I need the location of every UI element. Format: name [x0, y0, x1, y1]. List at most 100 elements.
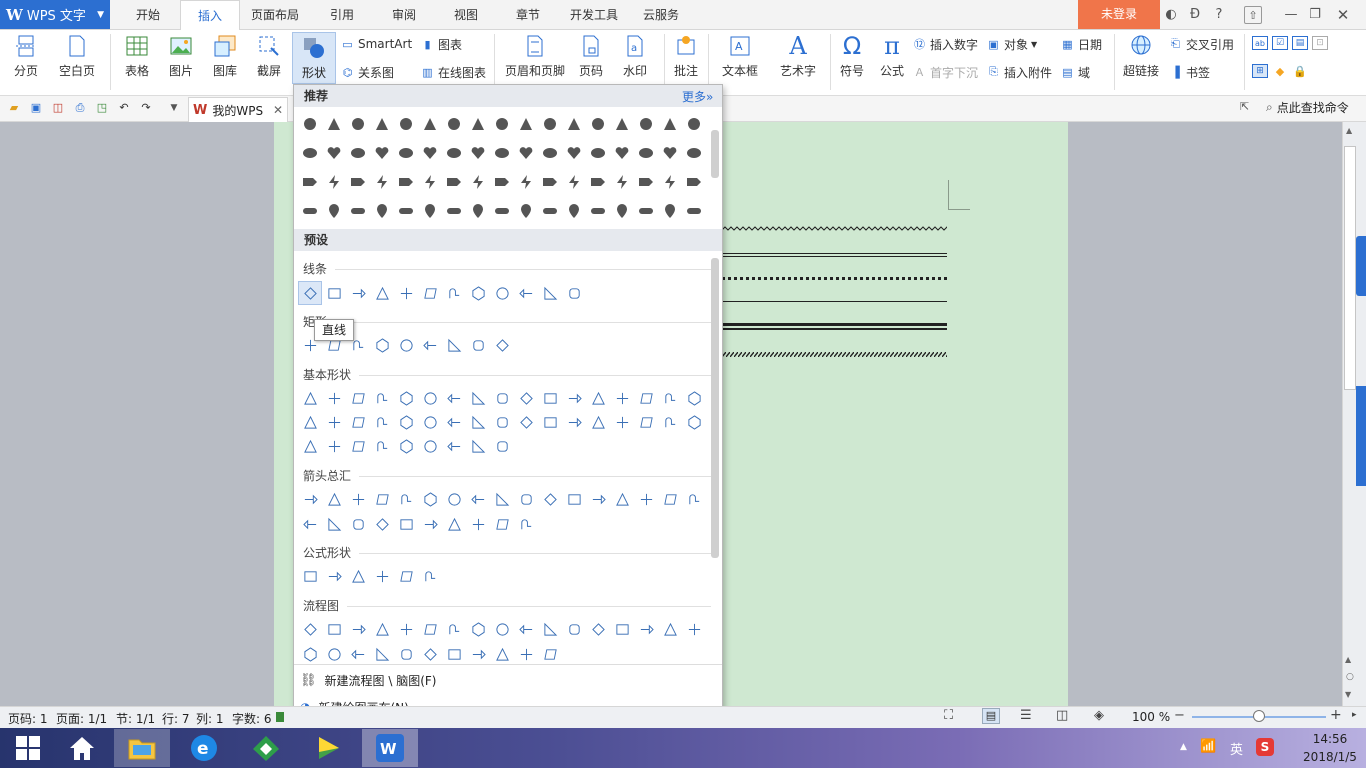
shape-option[interactable] — [610, 170, 634, 194]
shape-option[interactable] — [394, 434, 418, 458]
shapes-button[interactable]: 形状 — [292, 32, 336, 84]
network-icon[interactable]: 📶 — [1200, 739, 1216, 754]
status-col[interactable]: 列: 1 — [196, 710, 224, 727]
print-icon[interactable]: ⎙ — [72, 100, 88, 116]
new-flowchart-menu-item[interactable]: ⛓ 新建流程图 \ 脑图(F) — [300, 668, 436, 692]
textfield-control-icon[interactable]: ab — [1252, 36, 1268, 50]
checkbox-control-icon[interactable]: ☑ — [1272, 36, 1288, 50]
shape-option[interactable] — [466, 487, 490, 511]
shape-option[interactable] — [658, 487, 682, 511]
tab-cloud[interactable]: 云服务 — [632, 0, 690, 30]
zoom-in-icon[interactable]: + — [1330, 707, 1342, 723]
shape-option[interactable] — [418, 487, 442, 511]
tab-home[interactable]: 开始 — [118, 0, 178, 30]
picture-button[interactable]: 图片 — [162, 32, 200, 84]
shape-option[interactable] — [418, 564, 442, 588]
shape-option[interactable] — [394, 642, 418, 666]
shape-option[interactable] — [634, 386, 658, 410]
shape-option[interactable] — [538, 281, 562, 305]
shape-option[interactable] — [370, 617, 394, 641]
windows-start-button[interactable] — [0, 729, 56, 767]
bookmark-button[interactable]: ▐ 书签 — [1168, 62, 1210, 82]
shape-option[interactable] — [370, 564, 394, 588]
shape-option[interactable] — [298, 617, 322, 641]
shape-option[interactable] — [586, 112, 610, 136]
shape-option[interactable] — [514, 386, 538, 410]
attachment-button[interactable]: ⎘ 插入附件 — [986, 62, 1052, 82]
shape-option[interactable] — [514, 281, 538, 305]
shape-option[interactable] — [490, 487, 514, 511]
shape-option[interactable] — [346, 617, 370, 641]
shape-option[interactable] — [418, 281, 442, 305]
status-page[interactable]: 页码: 1 — [8, 710, 48, 727]
form-frame-icon[interactable]: ⊡ — [1312, 36, 1328, 50]
shape-option[interactable] — [538, 112, 562, 136]
skin-icon[interactable]: ◐ — [1162, 6, 1180, 24]
side-panel-handle[interactable] — [1356, 236, 1366, 296]
shape-option[interactable] — [514, 410, 538, 434]
shape-option[interactable] — [298, 487, 322, 511]
shape-option[interactable] — [298, 564, 322, 588]
shape-option[interactable] — [634, 617, 658, 641]
shape-option[interactable] — [346, 512, 370, 536]
shape-option[interactable] — [298, 434, 322, 458]
app-taskbar-button[interactable] — [238, 729, 294, 767]
scrollbar-thumb[interactable] — [1344, 146, 1356, 390]
select-browse-icon[interactable]: ○ — [1346, 672, 1354, 682]
shape-option[interactable] — [562, 170, 586, 194]
command-search[interactable]: ⌕ 点此查找命令 — [1266, 99, 1349, 116]
close-icon[interactable]: ✕ — [1334, 6, 1352, 24]
shape-option[interactable] — [418, 333, 442, 357]
file-explorer-button[interactable] — [114, 729, 170, 767]
shape-option[interactable] — [370, 112, 394, 136]
shape-option[interactable] — [370, 434, 394, 458]
tab-developer[interactable]: 开发工具 — [562, 0, 626, 30]
dropdown-control-icon[interactable]: ▤ — [1292, 36, 1308, 50]
more-shapes-link[interactable]: 更多» — [682, 88, 713, 105]
shape-option[interactable] — [442, 386, 466, 410]
shape-option[interactable] — [658, 112, 682, 136]
shape-option[interactable] — [442, 617, 466, 641]
shape-option[interactable] — [298, 410, 322, 434]
shape-option[interactable] — [610, 141, 634, 165]
date-button[interactable]: ▦ 日期 — [1060, 34, 1102, 54]
zoom-level[interactable]: 100 % — [1132, 710, 1170, 724]
shape-option[interactable] — [514, 487, 538, 511]
login-button[interactable]: 未登录 — [1078, 0, 1160, 29]
shape-option[interactable] — [490, 386, 514, 410]
shape-option[interactable] — [466, 112, 490, 136]
blank-page-button[interactable]: 空白页 — [52, 32, 102, 84]
status-row[interactable]: 行: 7 — [162, 710, 190, 727]
shape-option[interactable] — [322, 617, 346, 641]
shape-option[interactable] — [346, 564, 370, 588]
media-player-button[interactable] — [300, 729, 356, 767]
shape-option[interactable] — [322, 512, 346, 536]
tray-expand-icon[interactable]: ▲ — [1180, 742, 1187, 752]
shape-option[interactable] — [346, 487, 370, 511]
shape-option[interactable] — [562, 386, 586, 410]
shape-option[interactable] — [442, 410, 466, 434]
shape-option[interactable] — [418, 434, 442, 458]
shape-option[interactable] — [634, 199, 658, 223]
hyperlink-button[interactable]: 超链接 — [1120, 32, 1162, 84]
lock-icon[interactable]: 🔒 — [1292, 64, 1308, 78]
shape-option[interactable] — [442, 333, 466, 357]
smartart-button[interactable]: ▭ SmartArt — [340, 34, 412, 54]
shape-option[interactable] — [586, 487, 610, 511]
save-icon[interactable]: ▣ — [28, 100, 44, 116]
shape-option[interactable] — [394, 487, 418, 511]
shape-option[interactable] — [562, 281, 586, 305]
tab-reference[interactable]: 引用 — [312, 0, 372, 30]
shape-option[interactable] — [586, 170, 610, 194]
shape-option[interactable] — [466, 170, 490, 194]
shape-option[interactable] — [466, 199, 490, 223]
shape-option[interactable] — [418, 617, 442, 641]
shape-option[interactable] — [298, 170, 322, 194]
shape-option[interactable] — [562, 112, 586, 136]
clock-time[interactable]: 14:56 — [1300, 732, 1360, 746]
zoom-slider-thumb[interactable] — [1253, 710, 1265, 722]
shape-option[interactable] — [442, 170, 466, 194]
shape-option[interactable] — [538, 141, 562, 165]
table-button[interactable]: 表格 — [118, 32, 156, 84]
shape-option[interactable] — [418, 410, 442, 434]
